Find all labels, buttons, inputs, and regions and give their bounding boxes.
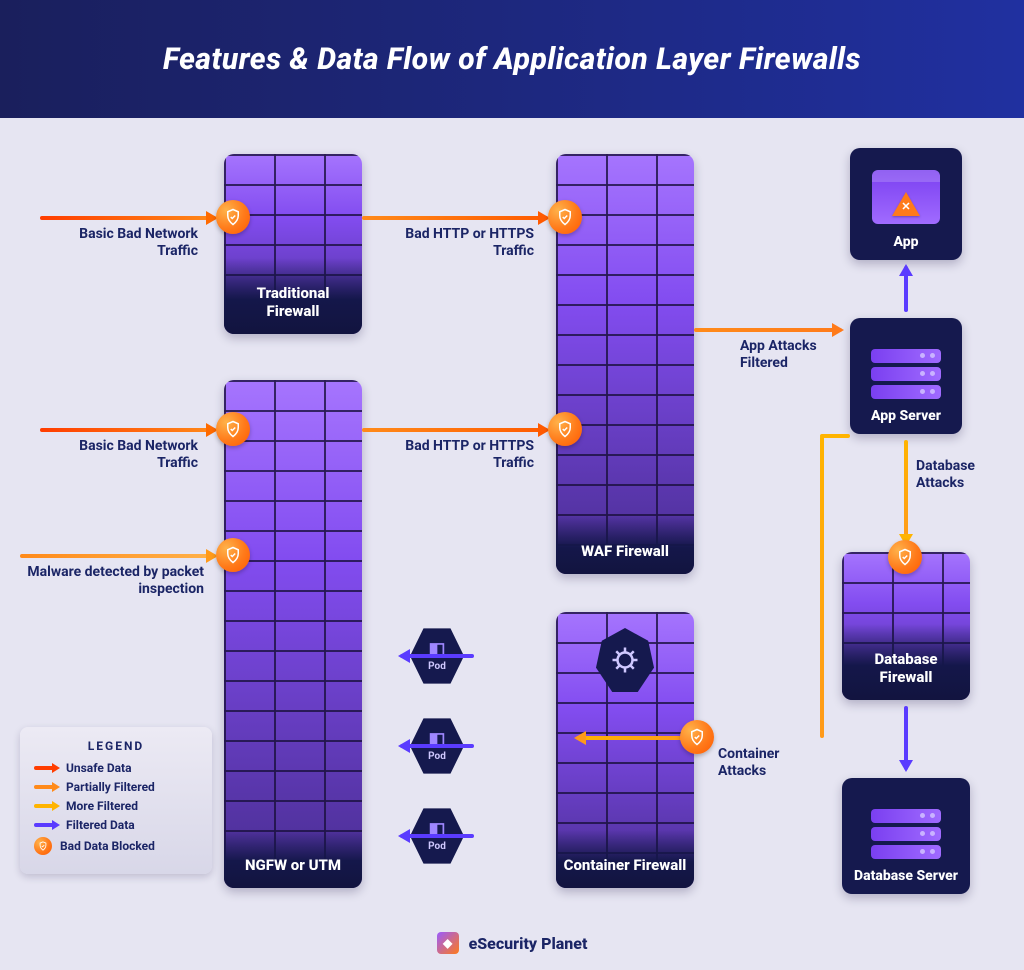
- legend-item-unsafe: Unsafe Data: [34, 761, 198, 775]
- shield-icon: [216, 412, 250, 446]
- note-basic-bad-1: Basic Bad Network Traffic: [58, 226, 198, 260]
- wall-label: Traditional Firewall: [224, 258, 362, 334]
- arrow-swatch-icon: [34, 763, 58, 773]
- legend-item-partial: Partially Filtered: [34, 780, 198, 794]
- arrow-filtered: [904, 266, 908, 312]
- wall-label: NGFW or UTM: [224, 830, 362, 888]
- brand-footer: ◆ eSecurity Planet: [0, 932, 1024, 954]
- legend-item-more: More Filtered: [34, 799, 198, 813]
- brand-name: eSecurity Planet: [469, 934, 588, 953]
- warning-icon: [892, 192, 920, 216]
- note-malware: Malware detected by packet inspection: [14, 564, 204, 598]
- note-db-attacks: Database Attacks: [916, 458, 1006, 492]
- legend-item-blocked: Bad Data Blocked: [34, 837, 198, 855]
- note-basic-bad-2: Basic Bad Network Traffic: [58, 438, 198, 472]
- arrow-filtered: [400, 744, 474, 748]
- arrow-partial: [20, 554, 216, 558]
- arrow-filtered: [904, 706, 908, 770]
- arrow-partial: [362, 428, 548, 432]
- arrow-partial: [362, 216, 548, 220]
- shield-icon: [548, 200, 582, 234]
- arrow-partial: [694, 328, 842, 332]
- legend-title: LEGEND: [34, 739, 198, 753]
- arrow-swatch-icon: [34, 820, 58, 830]
- arrow-unsafe: [40, 216, 216, 220]
- wall-label: Database Firewall: [842, 624, 970, 700]
- page-title: Features & Data Flow of Application Laye…: [0, 0, 1024, 118]
- database-firewall: Database Firewall: [842, 552, 970, 700]
- note-bad-http-2: Bad HTTP or HTTPS Traffic: [404, 438, 534, 472]
- brand-logo-icon: ◆: [437, 932, 459, 954]
- arrow-unsafe: [40, 428, 216, 432]
- note-bad-http-1: Bad HTTP or HTTPS Traffic: [404, 226, 534, 260]
- kubernetes-icon: [596, 628, 654, 692]
- card-label: App Server: [871, 408, 941, 424]
- server-icon: [871, 806, 941, 862]
- database-server-card: Database Server: [842, 778, 970, 894]
- wall-label: Container Firewall: [556, 830, 694, 888]
- note-container-attacks: Container Attacks: [718, 746, 818, 780]
- app-card: App: [850, 148, 962, 260]
- wall-label: WAF Firewall: [556, 516, 694, 574]
- arrow-filtered: [400, 654, 474, 658]
- shield-icon: [216, 538, 250, 572]
- arrow-swatch-icon: [34, 801, 58, 811]
- shield-icon: [680, 720, 714, 754]
- shield-icon: [548, 412, 582, 446]
- arrow-more-filtered: [904, 440, 908, 544]
- card-label: Database Server: [854, 868, 958, 884]
- app-server-card: App Server: [850, 318, 962, 434]
- ngfw-firewall: NGFW or UTM: [224, 380, 362, 888]
- legend-box: LEGEND Unsafe Data Partially Filtered Mo…: [20, 727, 212, 874]
- app-window-icon: [872, 170, 940, 224]
- server-icon: [871, 346, 941, 402]
- arrow-swatch-icon: [34, 782, 58, 792]
- shield-icon: [216, 200, 250, 234]
- legend-item-filtered: Filtered Data: [34, 818, 198, 832]
- traditional-firewall: Traditional Firewall: [224, 154, 362, 334]
- helm-wheel-icon: [610, 645, 640, 675]
- shield-icon: [34, 837, 52, 855]
- card-label: App: [894, 234, 919, 250]
- arrow-filtered: [400, 834, 474, 838]
- connector-line: [820, 436, 824, 738]
- shield-icon: [888, 540, 922, 574]
- note-app-attacks: App Attacks Filtered: [740, 338, 850, 372]
- diagram-canvas: Traditional Firewall NGFW or UTM WAF Fir…: [0, 118, 1024, 970]
- connector-line: [820, 434, 850, 438]
